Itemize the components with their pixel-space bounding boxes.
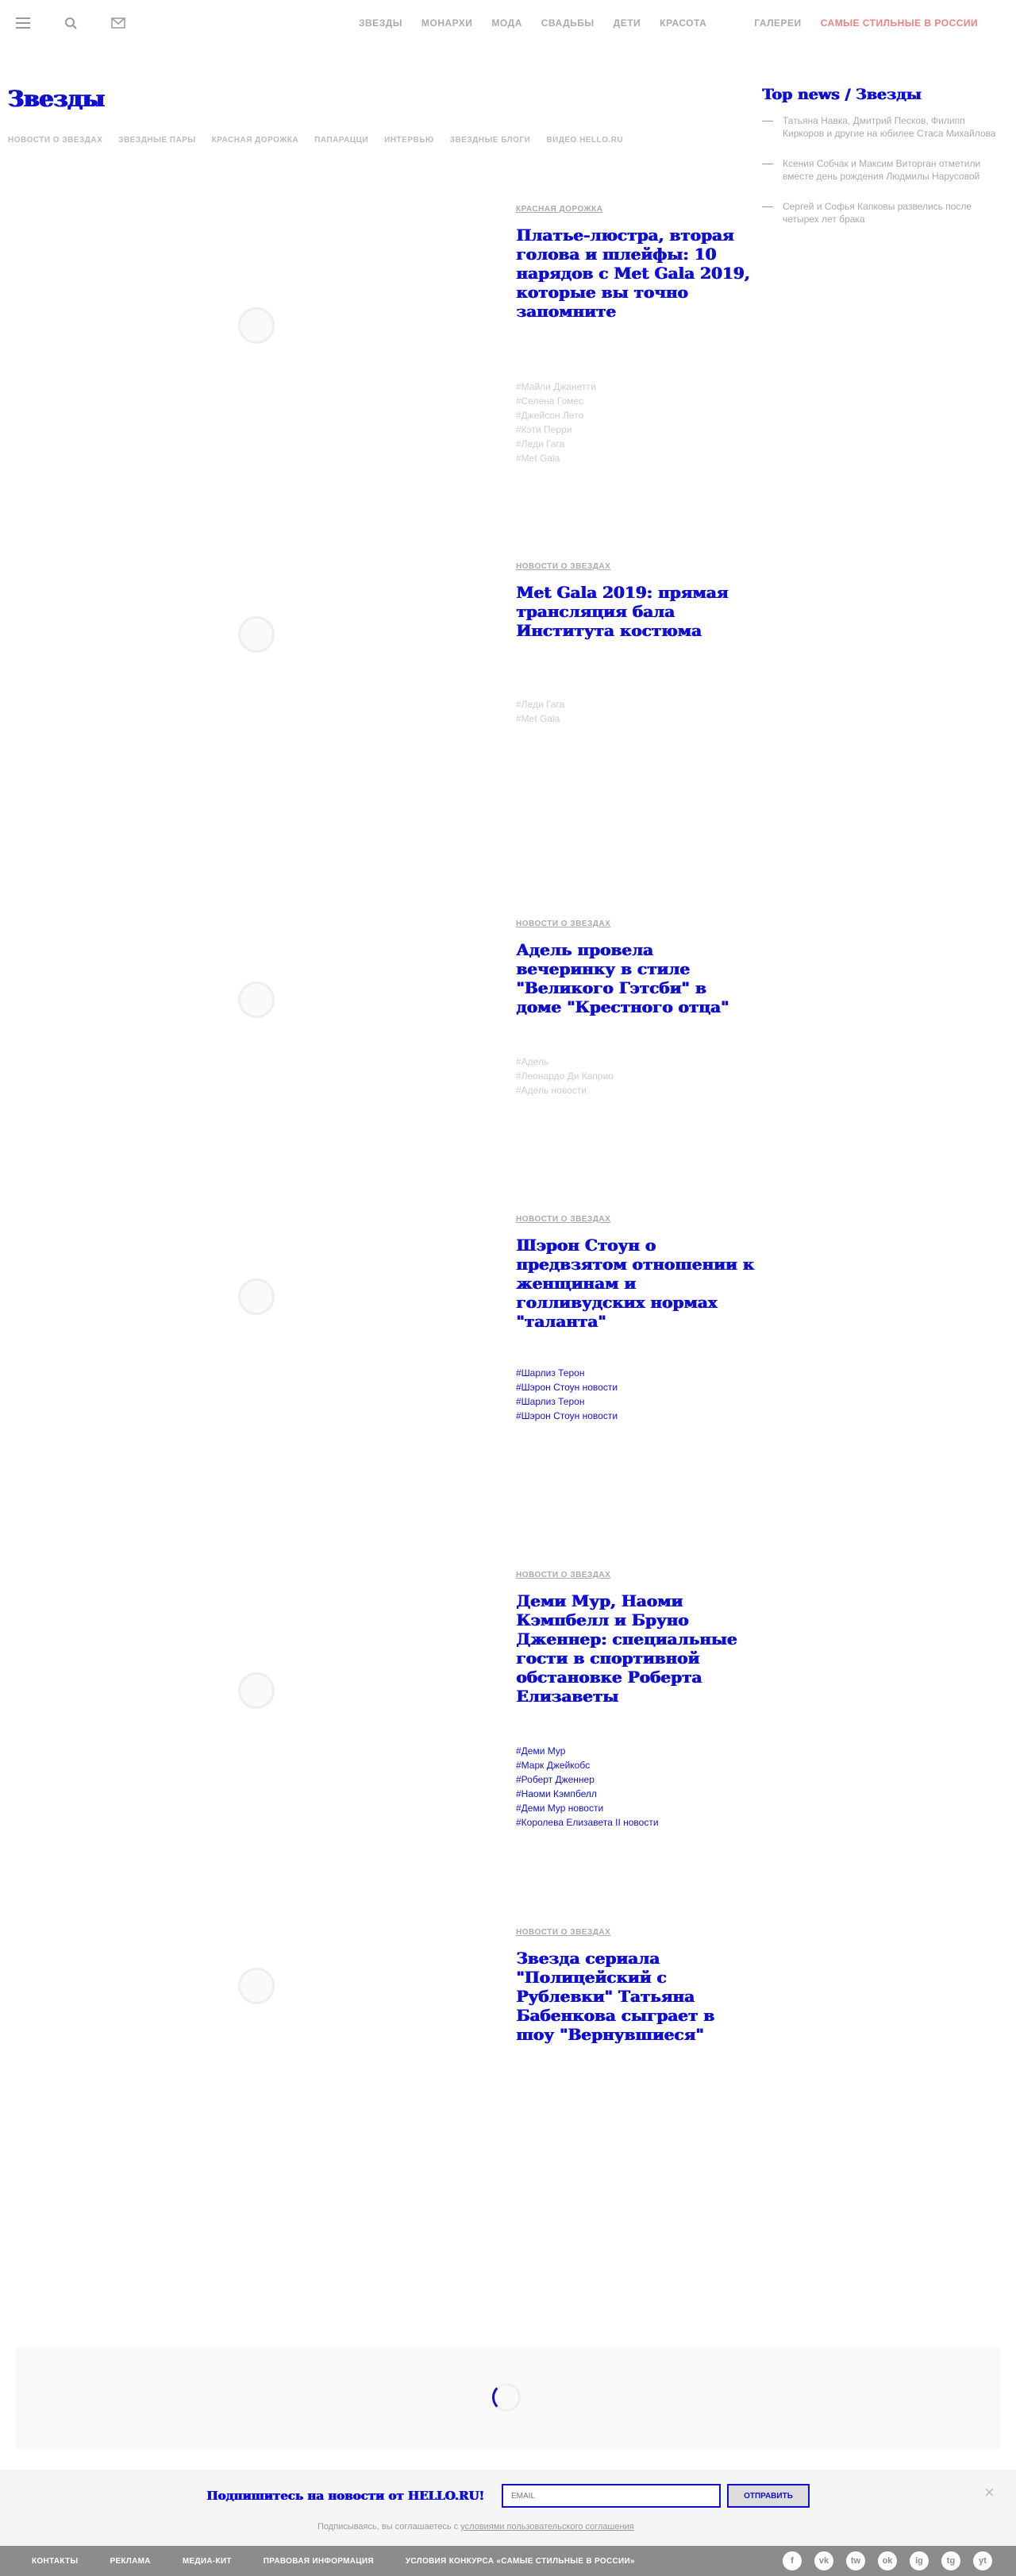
article-title[interactable]: Звезда сериала "Полицейский с Рублевки" … bbox=[516, 1949, 754, 2044]
site-footer: Контакты Реклама Медиа-кит Правовая инфо… bbox=[0, 2546, 1016, 2576]
top-news-sidebar: Top news / Звезды Татьяна Навка, Дмитрий… bbox=[762, 86, 1000, 243]
article-image-placeholder[interactable] bbox=[238, 1278, 275, 1315]
article-image-placeholder[interactable] bbox=[238, 307, 275, 344]
search-icon[interactable] bbox=[62, 14, 79, 32]
article-category[interactable]: Новости о звездах bbox=[516, 1928, 610, 1937]
article-category[interactable]: Красная дорожка bbox=[516, 205, 602, 214]
article-title[interactable]: Адель провела вечеринку в стиле "Великог… bbox=[516, 940, 754, 1016]
facebook-icon[interactable]: f bbox=[783, 2551, 802, 2570]
tag-link[interactable]: #Леонардо Ди Каприо bbox=[516, 1069, 714, 1083]
subnav-item-red-carpet[interactable]: Красная дорожка bbox=[212, 136, 298, 145]
main-nav: Звезды Монархи Мода Свадьбы Дети Красота… bbox=[359, 17, 997, 29]
tag-link[interactable]: #Леди Гага bbox=[516, 437, 714, 451]
page-title: Звезды bbox=[8, 86, 106, 112]
close-icon[interactable]: × bbox=[984, 2482, 995, 2503]
dash-icon bbox=[762, 206, 773, 207]
nav-item-stars[interactable]: Звезды bbox=[359, 17, 402, 29]
tag-link[interactable]: #Кэти Перри bbox=[516, 422, 714, 437]
tag-link[interactable]: #Наоми Кэмпбелл bbox=[516, 1787, 714, 1801]
tag-link[interactable]: #Шарлиз Терон bbox=[516, 1394, 714, 1409]
terms-link[interactable]: условиями пользовательского соглашения bbox=[460, 2522, 633, 2532]
article-title[interactable]: Met Gala 2019: прямая трансляция бала Ин… bbox=[516, 583, 754, 640]
tag-link[interactable]: #Деми Мур новости bbox=[516, 1801, 714, 1815]
tag-link[interactable]: #Met Gala bbox=[516, 451, 714, 465]
article-category[interactable]: Новости о звездах bbox=[516, 562, 610, 571]
article-tags: #Шарлиз Терон #Шэрон Стоун новости #Шарл… bbox=[516, 1366, 714, 1423]
tag-link[interactable]: #Селена Гомес bbox=[516, 394, 714, 408]
newsletter-bar: Подпишитесь на новости от HELLO.RU! Отпр… bbox=[0, 2470, 1016, 2546]
subnav-item-blogs[interactable]: Звездные блоги bbox=[450, 136, 531, 145]
article-title[interactable]: Шэрон Стоун о предвзятом отношении к жен… bbox=[516, 1236, 754, 1331]
vk-icon[interactable]: vk bbox=[814, 2551, 833, 2570]
tag-link[interactable]: #Шэрон Стоун новости bbox=[516, 1409, 714, 1423]
article-image-placeholder[interactable] bbox=[238, 1968, 275, 2004]
tag-link[interactable]: #Королева Елизавета II новости bbox=[516, 1815, 714, 1830]
nav-item-kids[interactable]: Дети bbox=[614, 17, 641, 29]
subnav-item-interviews[interactable]: Интервью bbox=[384, 136, 434, 145]
article-tags: #Майли Джанетти #Селена Гомес #Джейсон Л… bbox=[516, 380, 714, 465]
article-category[interactable]: Новости о звездах bbox=[516, 1571, 610, 1579]
tag-link[interactable]: #Деми Мур bbox=[516, 1744, 714, 1758]
nav-item-fashion[interactable]: Мода bbox=[491, 17, 521, 29]
sidebar-title: Top news / Звезды bbox=[762, 86, 922, 103]
telegram-icon[interactable]: tg bbox=[941, 2551, 960, 2570]
nav-item-monarchs[interactable]: Монархи bbox=[421, 17, 472, 29]
odnoklassniki-icon[interactable]: ok bbox=[878, 2551, 897, 2570]
top-news-item[interactable]: Сергей и Софья Капковы развелись после ч… bbox=[762, 200, 1000, 226]
article-image-placeholder[interactable] bbox=[238, 1672, 275, 1709]
footer-link-ads[interactable]: Реклама bbox=[110, 2557, 150, 2566]
site-header: Звезды Монархи Мода Свадьбы Дети Красота… bbox=[0, 0, 1016, 46]
tag-link[interactable]: #Марк Джейкобс bbox=[516, 1758, 714, 1772]
email-field[interactable] bbox=[502, 2484, 721, 2508]
footer-link-legal[interactable]: Правовая информация bbox=[264, 2557, 374, 2566]
tag-link[interactable]: #Адель новости bbox=[516, 1083, 714, 1097]
menu-icon[interactable] bbox=[14, 14, 32, 32]
article-tags: #Леди Гага #Met Gala bbox=[516, 697, 714, 726]
footer-link-media-kit[interactable]: Медиа-кит bbox=[183, 2557, 232, 2566]
subnav-item-paparazzi[interactable]: Папарацци bbox=[314, 136, 368, 145]
top-news-item[interactable]: Татьяна Навка, Дмитрий Песков, Филипп Ки… bbox=[762, 114, 1000, 140]
social-links: f vk tw ok ig tg yt bbox=[783, 2551, 992, 2570]
article-category[interactable]: Новости о звездах bbox=[516, 920, 610, 928]
twitter-icon[interactable]: tw bbox=[846, 2551, 865, 2570]
nav-item-weddings[interactable]: Свадьбы bbox=[541, 17, 595, 29]
tag-link[interactable]: #Леди Гага bbox=[516, 697, 714, 711]
tag-link[interactable]: #Роберт Дженнер bbox=[516, 1772, 714, 1787]
footer-link-contacts[interactable]: Контакты bbox=[32, 2557, 78, 2566]
tag-link[interactable]: #Шэрон Стоун новости bbox=[516, 1380, 714, 1394]
nav-item-galleries[interactable]: Галереи bbox=[754, 17, 801, 29]
article-title[interactable]: Деми Мур, Наоми Кэмпбелл и Бруно Дженнер… bbox=[516, 1591, 754, 1706]
top-news-item[interactable]: Ксения Собчак и Максим Виторган отметили… bbox=[762, 157, 1000, 183]
subnav-item-video[interactable]: Видео Hello.ru bbox=[546, 136, 623, 145]
article-category[interactable]: Новости о звездах bbox=[516, 1215, 610, 1224]
article-title[interactable]: Платье-люстра, вторая голова и шлейфы: 1… bbox=[516, 226, 754, 321]
subnav-item-couples[interactable]: Звездные пары bbox=[118, 136, 195, 145]
newsletter-note: Подписываясь, вы соглашаетесь с условиям… bbox=[318, 2522, 634, 2532]
nav-item-beauty[interactable]: Красота bbox=[660, 17, 706, 29]
tag-link[interactable]: #Met Gala bbox=[516, 711, 714, 726]
tag-link[interactable]: #Шарлиз Терон bbox=[516, 1366, 714, 1380]
youtube-icon[interactable]: yt bbox=[973, 2551, 992, 2570]
subnav-item-news[interactable]: Новости о звездах bbox=[8, 136, 102, 145]
article-image-placeholder[interactable] bbox=[238, 616, 275, 653]
instagram-icon[interactable]: ig bbox=[910, 2551, 929, 2570]
article-tags: #Адель #Леонардо Ди Каприо #Адель новост… bbox=[516, 1055, 714, 1097]
article-tags: #Деми Мур #Марк Джейкобс #Роберт Дженнер… bbox=[516, 1744, 714, 1830]
subscribe-button[interactable]: Отправить bbox=[727, 2484, 810, 2508]
loading-spinner-icon bbox=[492, 2383, 521, 2412]
mail-icon[interactable] bbox=[110, 14, 127, 32]
section-subnav: Новости о звездах Звездные пары Красная … bbox=[8, 136, 639, 145]
newsletter-title: Подпишитесь на новости от HELLO.RU! bbox=[206, 2489, 484, 2503]
article-image-placeholder[interactable] bbox=[238, 981, 275, 1018]
footer-link-contest[interactable]: Условия конкурса «Самые стильные в Росси… bbox=[406, 2557, 635, 2566]
tag-link[interactable]: #Джейсон Лето bbox=[516, 408, 714, 422]
tag-link[interactable]: #Майли Джанетти bbox=[516, 380, 714, 394]
tag-link[interactable]: #Адель bbox=[516, 1055, 714, 1069]
nav-item-stylish-russia[interactable]: Самые стильные в России bbox=[821, 17, 979, 29]
